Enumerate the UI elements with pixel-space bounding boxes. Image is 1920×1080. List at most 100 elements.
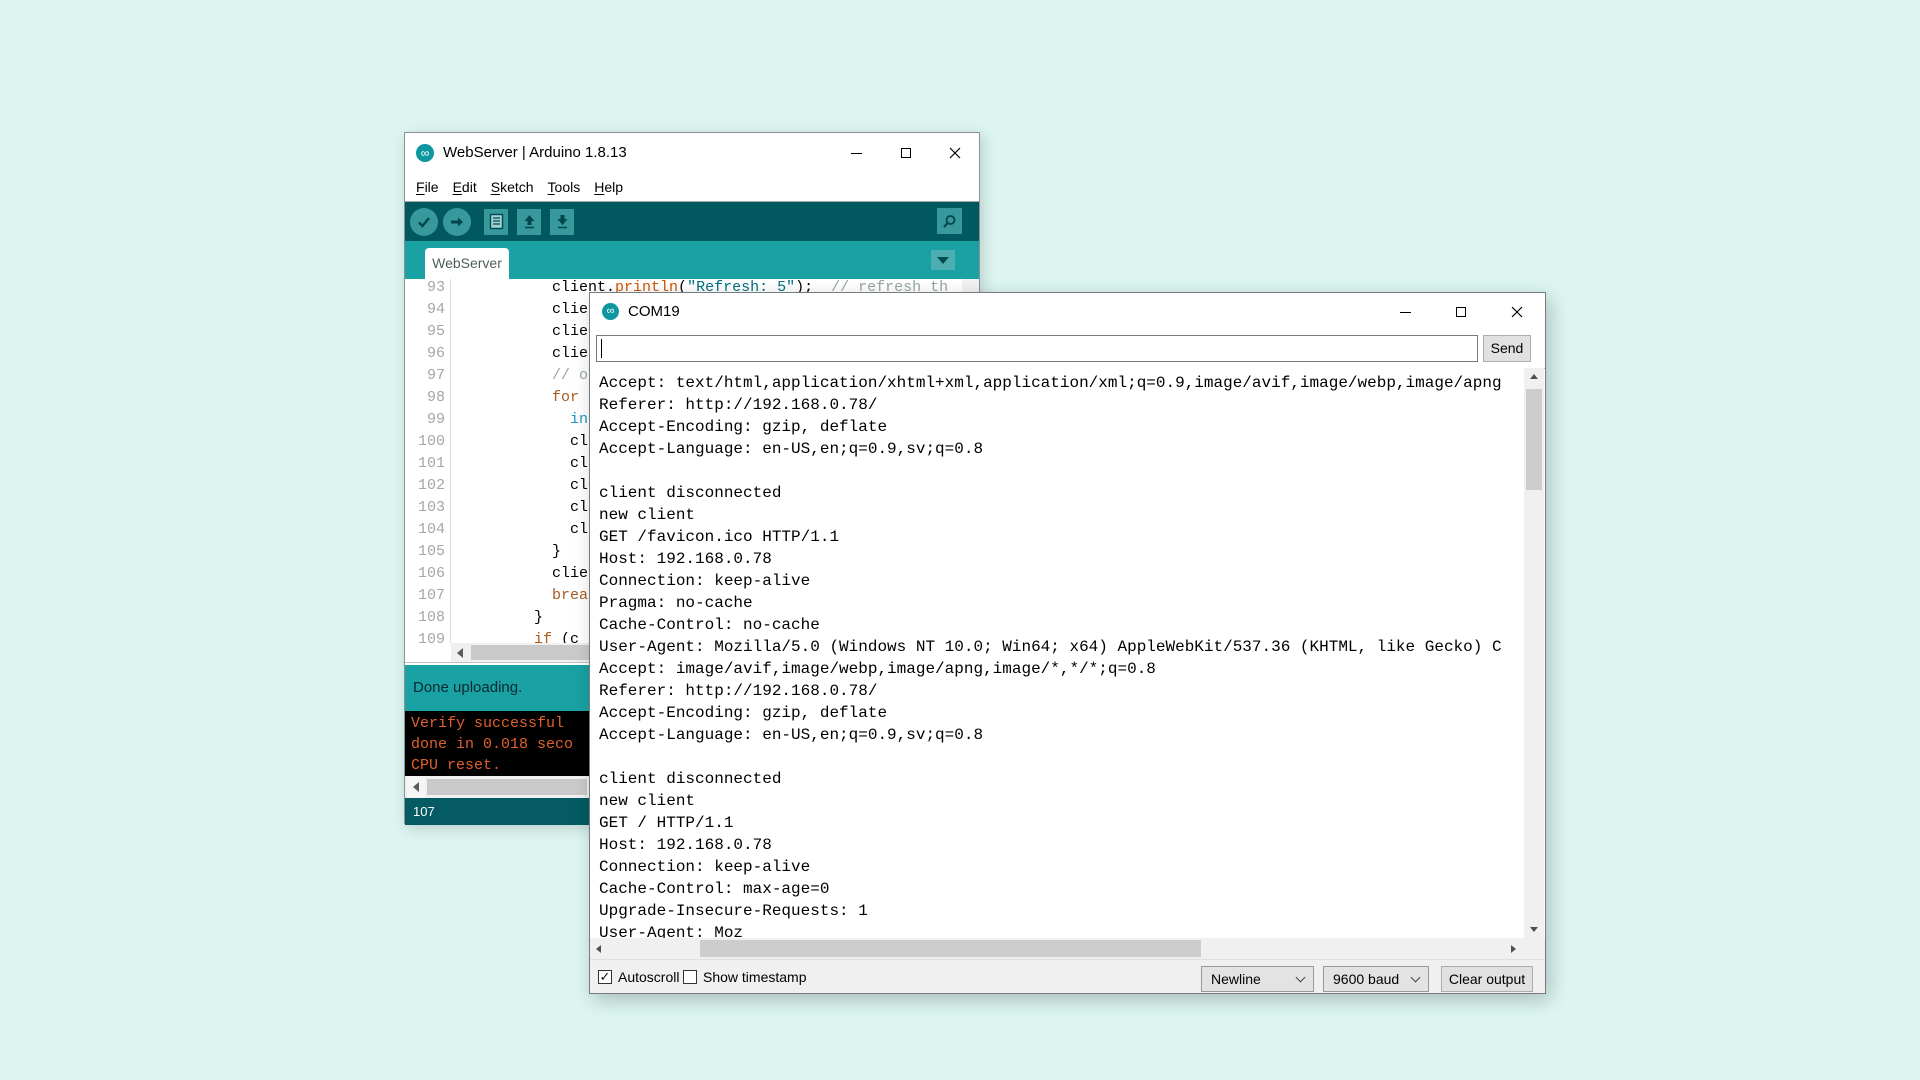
- serial-output-line: Host: 192.168.0.78: [599, 834, 1524, 856]
- line-ending-value: Newline: [1211, 971, 1261, 987]
- serial-window-controls: [1377, 293, 1545, 331]
- scrollbar-thumb[interactable]: [427, 779, 587, 795]
- desktop: { "background_color": "#DCF5F1", "arduin…: [0, 0, 1920, 1080]
- arduino-window-title: WebServer | Arduino 1.8.13: [443, 133, 627, 173]
- scrollbar-thumb[interactable]: [471, 645, 603, 660]
- serial-output-area: Accept: text/html,application/xhtml+xml,…: [590, 368, 1524, 938]
- serial-output-line: new client: [599, 504, 1524, 526]
- show-timestamp-label: Show timestamp: [703, 970, 806, 985]
- menu-edit[interactable]: Edit: [446, 179, 484, 195]
- arduino-menubar: FileEditSketchToolsHelp: [405, 173, 979, 201]
- serial-output-line: GET / HTTP/1.1: [599, 812, 1524, 834]
- upload-button[interactable]: [443, 208, 471, 236]
- output-horizontal-scrollbar[interactable]: [590, 938, 1545, 959]
- serial-output-line: Accept-Language: en-US,en;q=0.9,sv;q=0.8: [599, 438, 1524, 460]
- serial-output-line: Accept-Encoding: gzip, deflate: [599, 702, 1524, 724]
- serial-output-line: Cache-Control: no-cache: [599, 614, 1524, 636]
- arduino-toolbar: [405, 202, 979, 241]
- serial-monitor-button[interactable]: [937, 208, 962, 234]
- maximize-button[interactable]: [881, 133, 930, 173]
- serial-output-line: Accept-Encoding: gzip, deflate: [599, 416, 1524, 438]
- scroll-down-button[interactable]: [1524, 921, 1544, 938]
- serial-monitor-window: ∞ COM19 Send Accept: text/html,applicati…: [589, 292, 1546, 994]
- minimize-button[interactable]: [1377, 293, 1433, 331]
- chevron-down-icon: [1411, 972, 1421, 982]
- serial-output-line: GET /favicon.ico HTTP/1.1: [599, 526, 1524, 548]
- serial-output-line: new client: [599, 790, 1524, 812]
- scroll-right-button[interactable]: [1505, 938, 1522, 959]
- serial-output-line: Upgrade-Insecure-Requests: 1: [599, 900, 1524, 922]
- new-sketch-button[interactable]: [484, 209, 508, 235]
- serial-output-line: Connection: keep-alive: [599, 856, 1524, 878]
- open-button[interactable]: [517, 209, 541, 235]
- open-up-arrow-icon: [522, 213, 537, 230]
- scroll-left-button[interactable]: [451, 643, 469, 662]
- serial-monitor-title: COM19: [628, 293, 680, 331]
- menu-tools[interactable]: Tools: [541, 179, 588, 195]
- close-button[interactable]: [930, 133, 979, 173]
- scroll-down-icon: [1530, 927, 1538, 932]
- serial-output-line: User-Agent: Mozilla/5.0 (Windows NT 10.0…: [599, 636, 1524, 658]
- scroll-left-button[interactable]: [407, 776, 425, 798]
- serial-output-line: client disconnected: [599, 768, 1524, 790]
- close-icon: [949, 147, 961, 159]
- output-vertical-scrollbar[interactable]: [1524, 368, 1544, 938]
- scrollbar-thumb[interactable]: [700, 940, 1201, 957]
- serial-output-line: Accept: image/avif,image/webp,image/apng…: [599, 658, 1524, 680]
- serial-output-line: Accept: text/html,application/xhtml+xml,…: [599, 372, 1524, 394]
- scroll-up-button[interactable]: [1524, 368, 1544, 385]
- menu-sketch[interactable]: Sketch: [484, 179, 541, 195]
- upload-arrow-icon: [449, 214, 465, 230]
- serial-output-line: Pragma: no-cache: [599, 592, 1524, 614]
- baud-rate-select[interactable]: 9600 baud: [1323, 966, 1429, 992]
- arduino-window-controls: [832, 133, 979, 173]
- clear-output-button[interactable]: Clear output: [1441, 966, 1533, 992]
- arduino-logo-icon: ∞: [602, 303, 619, 320]
- new-document-icon: [489, 213, 504, 230]
- serial-output-line: [599, 746, 1524, 768]
- scrollbar-thumb[interactable]: [1526, 389, 1542, 490]
- serial-output-line: Cache-Control: max-age=0: [599, 878, 1524, 900]
- close-button[interactable]: [1489, 293, 1545, 331]
- serial-monitor-titlebar[interactable]: ∞ COM19: [590, 293, 1545, 331]
- serial-output-line: Host: 192.168.0.78: [599, 548, 1524, 570]
- minimize-button[interactable]: [832, 133, 881, 173]
- save-down-arrow-icon: [555, 213, 570, 230]
- autoscroll-checkbox[interactable]: ✓: [598, 970, 612, 984]
- maximize-icon: [1456, 307, 1466, 317]
- show-timestamp-checkbox[interactable]: [683, 970, 697, 984]
- chevron-down-icon: [1296, 972, 1306, 982]
- serial-output-line: [599, 460, 1524, 482]
- tab-list-dropdown-button[interactable]: [931, 250, 955, 270]
- scroll-right-icon: [1511, 945, 1516, 953]
- serial-send-input[interactable]: [596, 335, 1478, 362]
- serial-monitor-controls: ✓ Autoscroll Show timestamp Newline 9600…: [590, 959, 1545, 993]
- scroll-left-icon: [457, 648, 463, 658]
- minimize-icon: [851, 153, 862, 154]
- serial-output-line: Referer: http://192.168.0.78/: [599, 394, 1524, 416]
- serial-output-line: Connection: keep-alive: [599, 570, 1524, 592]
- serial-output-line: Accept-Language: en-US,en;q=0.9,sv;q=0.8: [599, 724, 1524, 746]
- verify-button[interactable]: [410, 208, 438, 236]
- serial-output-line: User-Agent: Moz: [599, 922, 1524, 938]
- arduino-tabstrip: WebServer: [405, 241, 979, 279]
- serial-output-line: Referer: http://192.168.0.78/: [599, 680, 1524, 702]
- arduino-titlebar[interactable]: ∞ WebServer | Arduino 1.8.13: [405, 133, 979, 173]
- menu-file[interactable]: File: [409, 179, 446, 195]
- serial-monitor-magnifier-icon: [941, 213, 958, 230]
- menu-help[interactable]: Help: [587, 179, 630, 195]
- scroll-left-button[interactable]: [590, 938, 607, 959]
- scroll-left-icon: [413, 782, 419, 792]
- scroll-left-icon: [596, 945, 601, 953]
- autoscroll-label: Autoscroll: [618, 970, 679, 985]
- line-ending-select[interactable]: Newline: [1201, 966, 1314, 992]
- send-button[interactable]: Send: [1483, 335, 1531, 362]
- maximize-button[interactable]: [1433, 293, 1489, 331]
- close-icon: [1511, 306, 1523, 318]
- tab-webserver[interactable]: WebServer: [425, 248, 509, 279]
- text-caret: [601, 339, 602, 358]
- verify-check-icon: [416, 214, 432, 230]
- save-button[interactable]: [550, 209, 574, 235]
- serial-output-line: client disconnected: [599, 482, 1524, 504]
- scroll-up-icon: [1530, 374, 1538, 379]
